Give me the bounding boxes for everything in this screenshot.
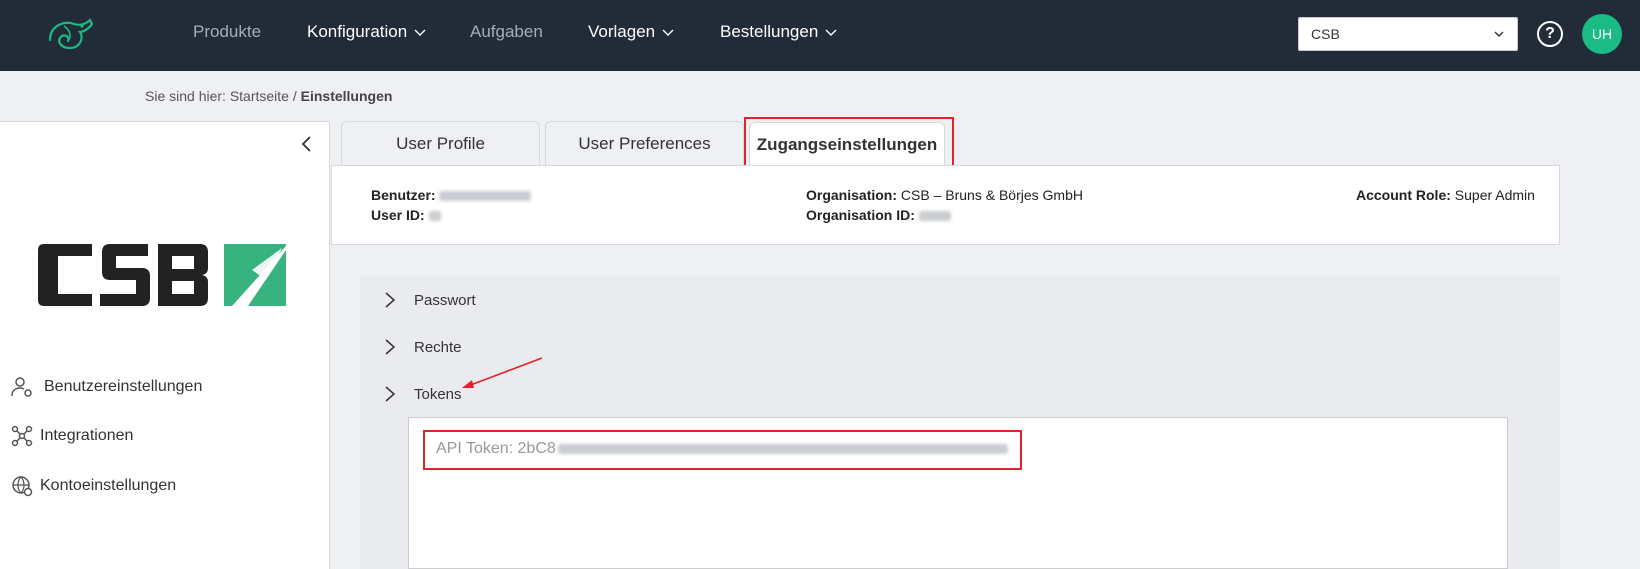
account-role-value: Super Admin — [1454, 187, 1535, 203]
user-label: Benutzer: — [371, 187, 436, 203]
accordion-item-passwort[interactable]: Passwort — [384, 291, 476, 309]
breadcrumb-prefix: Sie sind hier: — [145, 88, 226, 104]
chameleon-logo-icon[interactable] — [42, 14, 94, 54]
avatar[interactable]: UH — [1582, 14, 1622, 54]
user-id-value-redacted — [428, 211, 441, 222]
breadcrumb-separator: / — [292, 88, 297, 104]
account-role-info: Account Role: Super Admin — [1356, 185, 1535, 205]
organisation-label: Organisation: — [806, 187, 898, 203]
nav-item-produkte[interactable]: Produkte — [193, 22, 261, 42]
chevron-down-icon — [825, 29, 837, 36]
chevron-right-icon — [385, 386, 396, 402]
sidebar-item-label: Kontoeinstellungen — [40, 477, 177, 494]
tab-user-preferences[interactable]: User Preferences — [545, 121, 744, 165]
accordion-item-tokens[interactable]: Tokens — [384, 385, 462, 403]
sidebar-item-label: Integrationen — [40, 427, 134, 444]
csb-logo — [38, 244, 286, 306]
chevron-down-icon — [1494, 31, 1504, 37]
nav-item-label: Aufgaben — [470, 22, 543, 41]
sidebar-item-kontoeinstellungen[interactable]: Kontoeinstellungen — [10, 474, 176, 498]
nav-item-konfiguration[interactable]: Konfiguration — [307, 22, 427, 42]
accordion-item-label: Rechte — [414, 338, 462, 356]
organisation-select-value: CSB — [1311, 26, 1340, 42]
sidebar-item-integrationen[interactable]: Integrationen — [10, 424, 133, 448]
help-icon-glyph: ? — [1545, 25, 1555, 42]
organisation-info: Organisation: CSB – Bruns & Börjes GmbH … — [806, 185, 1083, 225]
organisation-value: CSB – Bruns & Börjes GmbH — [900, 187, 1083, 203]
account-info-panel: Benutzer: User ID: Organisation: CSB – B… — [331, 165, 1560, 245]
nav-item-aufgaben[interactable]: Aufgaben — [470, 22, 543, 42]
nav-item-label: Vorlagen — [588, 22, 656, 41]
user-id-label: User ID: — [371, 207, 425, 223]
chevron-down-icon — [414, 29, 426, 36]
sidebar: Benutzereinstellungen Integrationen Kont… — [0, 121, 330, 569]
organisation-id-label: Organisation ID: — [806, 207, 915, 223]
organisation-select[interactable]: CSB — [1298, 17, 1518, 51]
help-icon[interactable]: ? — [1537, 21, 1563, 47]
tab-user-profile[interactable]: User Profile — [341, 121, 540, 165]
chevron-right-icon — [385, 339, 396, 355]
annotation-arrow — [462, 357, 543, 388]
breadcrumb: Sie sind hier: Startseite / Einstellunge… — [145, 88, 392, 104]
avatar-initials: UH — [1591, 26, 1613, 42]
breadcrumb-home-link[interactable]: Startseite — [230, 88, 289, 104]
account-role-label: Account Role: — [1356, 187, 1451, 203]
tab-label: User Preferences — [578, 133, 711, 153]
tab-label: User Profile — [396, 133, 485, 153]
accordion-item-label: Passwort — [414, 291, 476, 309]
chevron-left-icon[interactable] — [298, 134, 316, 154]
sidebar-item-benutzereinstellungen[interactable]: Benutzereinstellungen — [10, 375, 202, 399]
accordion-item-label: Tokens — [414, 385, 462, 403]
sidebar-item-label: Benutzereinstellungen — [44, 378, 203, 395]
user-info: Benutzer: User ID: — [371, 185, 532, 225]
network-icon — [11, 425, 33, 447]
highlight-box-token — [423, 430, 1022, 470]
accordion-item-rechte[interactable]: Rechte — [384, 338, 462, 356]
nav-item-bestellungen[interactable]: Bestellungen — [720, 22, 838, 42]
organisation-id-value-redacted — [918, 211, 951, 222]
breadcrumb-current: Einstellungen — [300, 88, 393, 104]
nav-item-label: Konfiguration — [307, 22, 408, 41]
user-gear-icon — [11, 377, 32, 397]
chevron-down-icon — [662, 29, 674, 36]
nav-item-vorlagen[interactable]: Vorlagen — [588, 22, 675, 42]
highlight-box-tab — [744, 117, 954, 167]
chevron-right-icon — [385, 292, 396, 308]
top-navigation-bar: Produkte Konfiguration Aufgaben Vorlagen… — [0, 0, 1640, 71]
globe-gear-icon — [12, 476, 33, 497]
nav-item-label: Bestellungen — [720, 22, 819, 41]
user-value-redacted — [439, 191, 532, 202]
nav-item-label: Produkte — [193, 22, 262, 41]
